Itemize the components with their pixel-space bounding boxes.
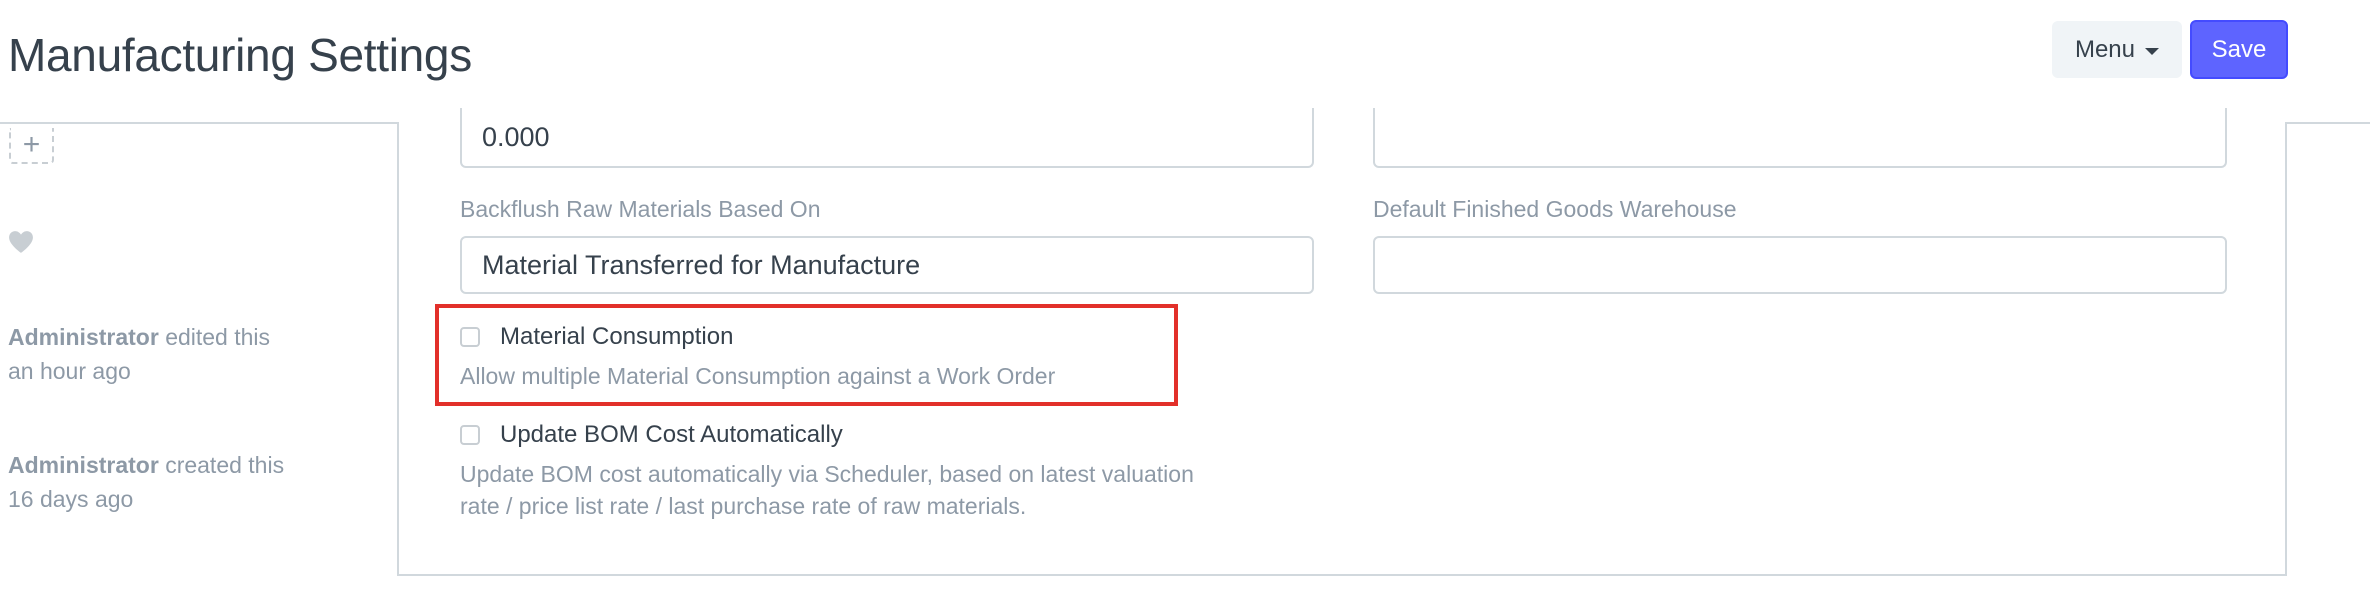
menu-button-label: Menu [2074, 35, 2136, 63]
page-title: Manufacturing Settings [8, 29, 472, 81]
menu-button[interactable]: Menu [2052, 21, 2182, 78]
heart-icon[interactable] [8, 230, 34, 254]
save-button[interactable]: Save [2190, 20, 2288, 79]
update-bom-cost-row[interactable]: Update BOM Cost Automatically [460, 420, 843, 450]
top-right-field-input[interactable] [1373, 108, 2227, 168]
update-bom-cost-help: Update BOM cost automatically via Schedu… [460, 458, 1320, 522]
material-consumption-label[interactable]: Material Consumption [500, 322, 733, 352]
timeline-user[interactable]: Administrator [8, 324, 159, 350]
update-bom-cost-help-line1: Update BOM cost automatically via Schedu… [460, 461, 1194, 487]
timeline-entry-created: Administrator created this 16 days ago [8, 448, 348, 516]
default-finished-goods-warehouse-label: Default Finished Goods Warehouse [1373, 196, 1737, 222]
timeline-action: edited this [165, 324, 271, 350]
material-consumption-checkbox[interactable] [460, 327, 480, 347]
page-header: Manufacturing Settings Menu Save [0, 0, 2370, 124]
add-tag-button[interactable]: + [9, 128, 54, 164]
material-consumption-help: Allow multiple Material Consumption agai… [460, 363, 1056, 389]
backflush-label: Backflush Raw Materials Based On [460, 196, 821, 222]
numeric-field-input[interactable]: 0.000 [460, 108, 1314, 168]
timeline-user[interactable]: Administrator [8, 452, 159, 478]
caret-down-icon [2145, 47, 2160, 55]
update-bom-cost-help-line2: rate / price list rate / last purchase r… [460, 493, 1027, 519]
material-consumption-row[interactable]: Material Consumption [460, 322, 733, 352]
backflush-select[interactable]: Material Transferred for Manufacture [460, 236, 1314, 294]
update-bom-cost-checkbox[interactable] [460, 425, 480, 445]
timeline-time: 16 days ago [8, 486, 134, 512]
default-finished-goods-warehouse-input[interactable] [1373, 236, 2227, 294]
timeline-action: created this [165, 452, 285, 478]
timeline-entry-edited: Administrator edited this an hour ago [8, 320, 348, 388]
update-bom-cost-label[interactable]: Update BOM Cost Automatically [500, 420, 843, 450]
timeline-time: an hour ago [8, 358, 131, 384]
plus-icon: + [22, 128, 41, 161]
